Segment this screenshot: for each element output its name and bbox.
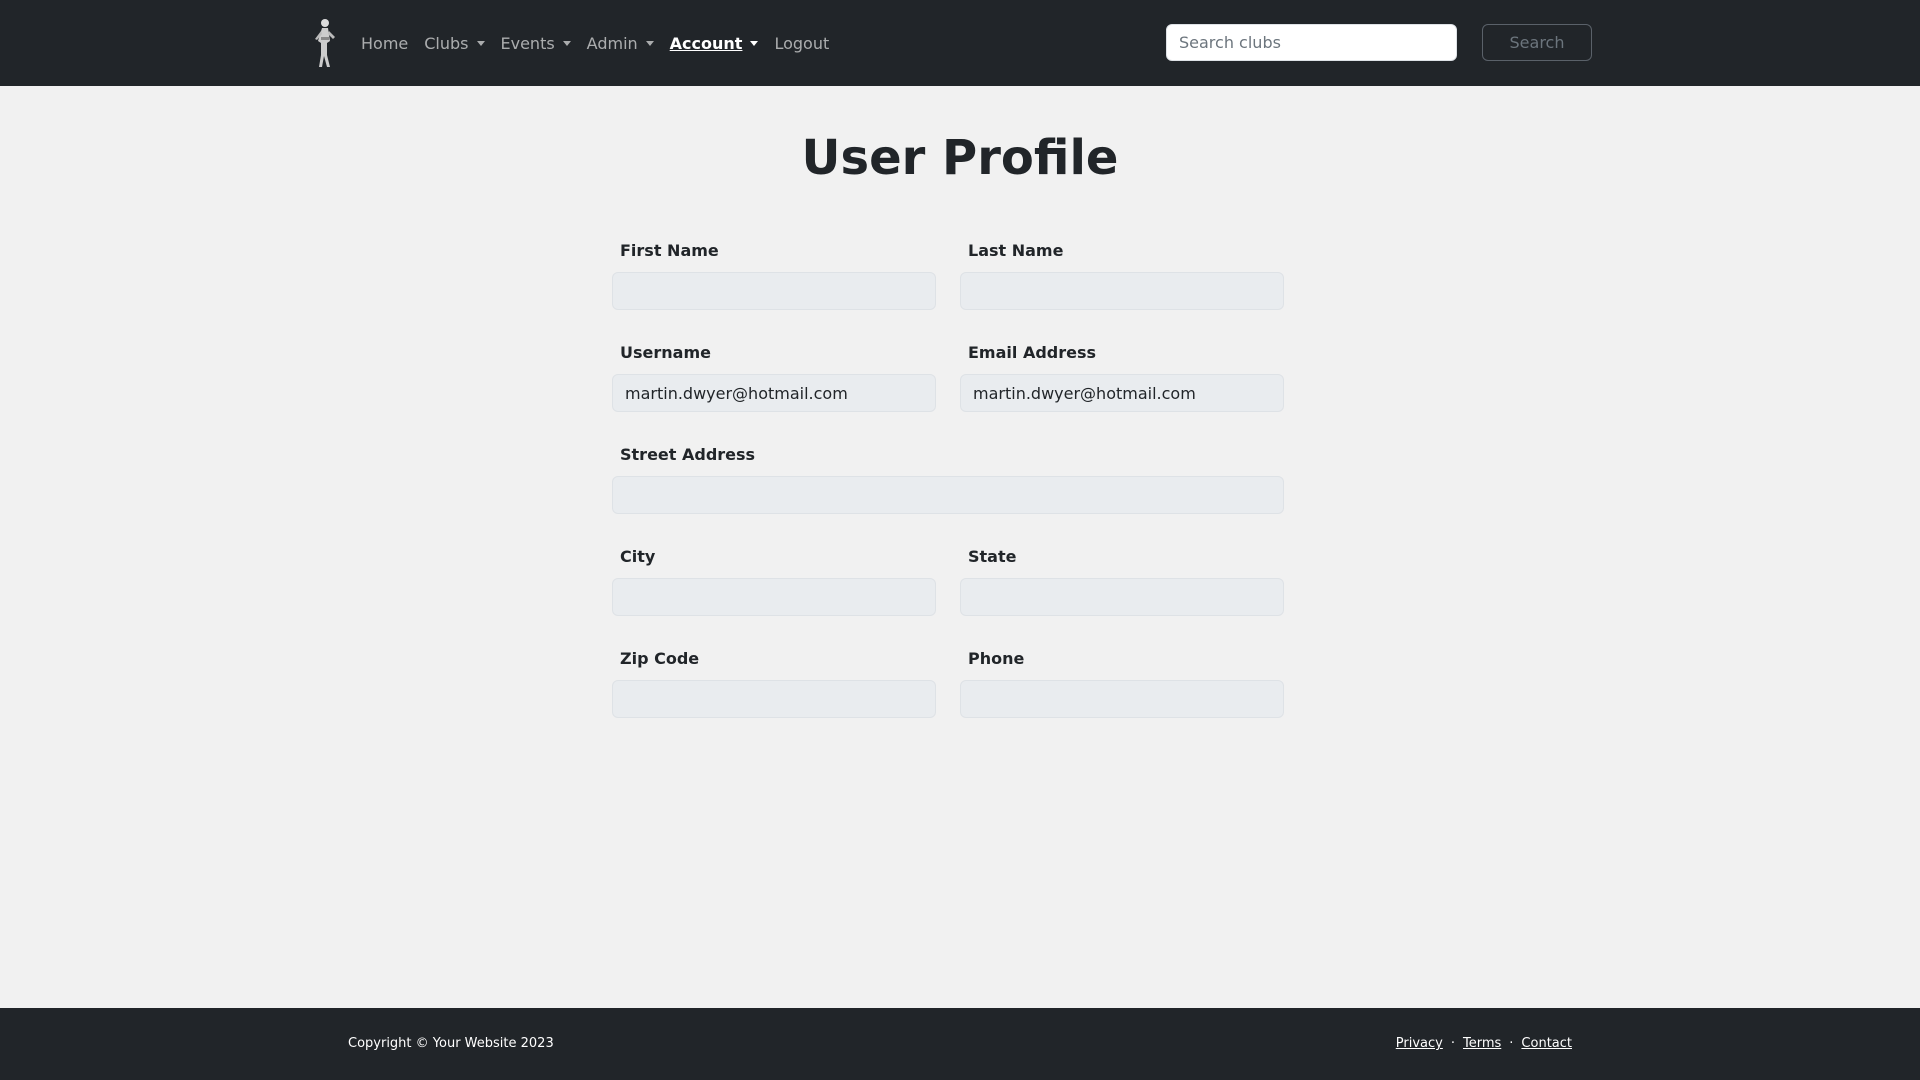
nav-links: Home Clubs Events Admin Account Logout [353, 0, 837, 86]
nav-clubs-label: Clubs [424, 33, 469, 53]
page-title: User Profile [801, 130, 1119, 186]
nav-account-dropdown[interactable]: Account [662, 34, 767, 53]
top-navbar: Home Clubs Events Admin Account Logout S… [0, 0, 1920, 86]
chevron-down-icon [750, 40, 759, 46]
terms-link[interactable]: Terms [1463, 1036, 1501, 1051]
state-label: State [968, 547, 1017, 566]
nav-home-label: Home [361, 33, 409, 53]
street-address-field[interactable] [612, 476, 1284, 514]
privacy-link[interactable]: Privacy [1396, 1036, 1443, 1051]
copyright-text: Copyright © Your Website 2023 [348, 1036, 554, 1051]
email-label: Email Address [968, 343, 1097, 362]
nav-account-label: Account [669, 33, 743, 53]
nav-events-dropdown[interactable]: Events [493, 34, 579, 53]
username-field[interactable] [612, 374, 936, 412]
state-field[interactable] [960, 578, 1284, 616]
search-clubs-input[interactable] [1166, 24, 1457, 61]
chevron-down-icon [645, 40, 654, 46]
first-name-label: First Name [620, 241, 719, 260]
nav-admin-label: Admin [586, 33, 638, 53]
last-name-field[interactable] [960, 272, 1284, 310]
email-field[interactable] [960, 374, 1284, 412]
phone-field[interactable] [960, 680, 1284, 718]
footer-links: Privacy · Terms · Contact [1396, 1036, 1572, 1051]
contact-link[interactable]: Contact [1521, 1036, 1572, 1051]
nav-logout-label: Logout [774, 33, 830, 53]
running-figure-logo-icon[interactable] [310, 17, 340, 69]
city-label: City [620, 547, 656, 566]
username-label: Username [620, 343, 711, 362]
nav-logout-link[interactable]: Logout [766, 34, 837, 53]
street-address-label: Street Address [620, 445, 756, 464]
footer-separator: · [1450, 1036, 1455, 1051]
footer-separator: · [1509, 1036, 1514, 1051]
nav-admin-dropdown[interactable]: Admin [579, 34, 662, 53]
chevron-down-icon [562, 40, 571, 46]
phone-label: Phone [968, 649, 1025, 668]
nav-home-link[interactable]: Home [353, 34, 416, 53]
search-button[interactable]: Search [1482, 24, 1592, 61]
city-field[interactable] [612, 578, 936, 616]
zip-code-label: Zip Code [620, 649, 700, 668]
last-name-label: Last Name [968, 241, 1064, 260]
zip-code-field[interactable] [612, 680, 936, 718]
nav-events-label: Events [500, 33, 555, 53]
first-name-field[interactable] [612, 272, 936, 310]
nav-clubs-dropdown[interactable]: Clubs [416, 34, 492, 53]
chevron-down-icon [476, 40, 485, 46]
page-footer [0, 1008, 1920, 1080]
